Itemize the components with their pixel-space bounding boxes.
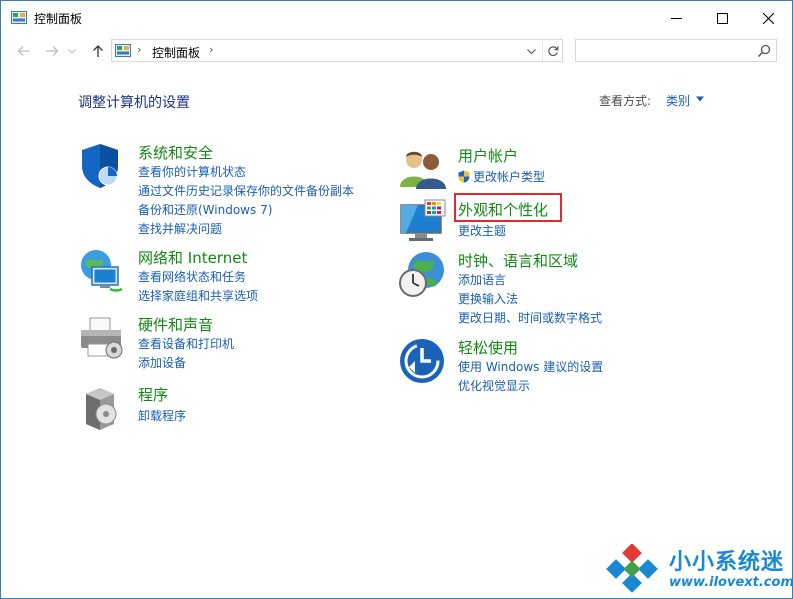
link-windows-recommended-settings[interactable]: 使用 Windows 建议的设置 — [458, 358, 603, 375]
link-file-history-backup[interactable]: 通过文件历史记录保存你的文件备份副本 — [138, 182, 354, 199]
control-panel-icon — [11, 11, 27, 24]
category-title-user-accounts[interactable]: 用户帐户 — [458, 145, 518, 166]
navigation-bar: › 控制面板 › — [1, 35, 792, 67]
category-programs: 程序 卸载程序 — [78, 384, 378, 430]
breadcrumb-separator[interactable]: › — [137, 43, 141, 56]
refresh-button[interactable] — [542, 40, 562, 61]
breadcrumb-control-panel[interactable]: 控制面板 — [152, 44, 200, 61]
maximize-button[interactable] — [699, 1, 745, 35]
back-button[interactable] — [13, 41, 35, 61]
network-globe-icon[interactable] — [78, 247, 126, 295]
category-system-security: 系统和安全 查看你的计算机状态 通过文件历史记录保存你的文件备份副本 备份和还原… — [78, 142, 378, 238]
close-icon — [762, 12, 774, 24]
monitor-palette-icon[interactable] — [398, 199, 446, 247]
category-user-accounts: 用户帐户 更改帐户类型 — [398, 145, 698, 189]
link-change-account-type-label[interactable]: 更改帐户类型 — [473, 170, 545, 184]
arrow-up-icon — [93, 45, 103, 57]
chevron-down-icon — [526, 48, 536, 54]
link-optimize-visual-display[interactable]: 优化视觉显示 — [458, 377, 530, 394]
printer-icon[interactable] — [78, 314, 126, 362]
link-homegroup-sharing[interactable]: 选择家庭组和共享选项 — [138, 287, 258, 304]
chevron-down-icon — [68, 48, 76, 54]
link-change-date-time-format[interactable]: 更改日期、时间或数字格式 — [458, 309, 602, 326]
search-box[interactable] — [575, 39, 777, 62]
highlight-box — [454, 193, 562, 222]
address-bar[interactable]: › 控制面板 › — [111, 39, 563, 62]
minimize-button[interactable] — [653, 1, 699, 35]
title-bar[interactable]: 控制面板 — [1, 1, 792, 35]
chevron-down-icon[interactable] — [696, 96, 704, 102]
link-troubleshoot[interactable]: 查找并解决问题 — [138, 220, 222, 237]
category-title-system-security[interactable]: 系统和安全 — [138, 142, 213, 163]
link-devices-printers[interactable]: 查看设备和打印机 — [138, 335, 234, 352]
category-title-programs[interactable]: 程序 — [138, 384, 168, 405]
address-history-button[interactable] — [524, 44, 538, 58]
view-by-label: 查看方式: — [599, 94, 652, 108]
recent-locations-button[interactable] — [65, 41, 79, 61]
category-title-ease-of-access[interactable]: 轻松使用 — [458, 337, 518, 358]
watermark-logo-icon — [606, 544, 658, 593]
watermark-name: 小小系统迷 — [669, 550, 785, 575]
category-title-network-internet[interactable]: 网络和 Internet — [138, 247, 247, 268]
maximize-icon — [716, 12, 728, 24]
close-button[interactable] — [745, 1, 791, 35]
control-panel-window: 控制面板 › 控制面板 › 调整计算机的设置 查看方式: 类别 系统和安全 查看… — [0, 0, 793, 599]
link-add-language[interactable]: 添加语言 — [458, 271, 506, 288]
users-icon[interactable] — [398, 145, 446, 193]
watermark: 小小系统迷 www.ilovext.com — [605, 541, 793, 597]
category-title-hardware-sound[interactable]: 硬件和声音 — [138, 314, 213, 335]
window-title: 控制面板 — [34, 12, 83, 26]
arrow-right-icon — [46, 46, 59, 56]
breadcrumb-separator[interactable]: › — [209, 43, 213, 56]
category-ease-of-access: 轻松使用 使用 Windows 建议的设置 优化视觉显示 — [398, 337, 698, 395]
clock-globe-icon[interactable] — [398, 250, 446, 298]
category-network-internet: 网络和 Internet 查看网络状态和任务 选择家庭组和共享选项 — [78, 247, 378, 305]
shield-icon[interactable] — [78, 142, 126, 190]
link-uninstall-program[interactable]: 卸载程序 — [138, 407, 186, 424]
control-panel-icon — [115, 44, 131, 57]
link-change-account-type[interactable]: 更改帐户类型 — [458, 168, 545, 185]
link-change-input-method[interactable]: 更换输入法 — [458, 290, 518, 307]
search-icon — [757, 44, 771, 58]
refresh-icon — [547, 45, 558, 56]
link-network-status[interactable]: 查看网络状态和任务 — [138, 268, 246, 285]
forward-button[interactable] — [41, 41, 63, 61]
arrow-left-icon — [17, 46, 30, 56]
up-button[interactable] — [87, 41, 109, 61]
uac-shield-icon — [458, 170, 470, 183]
view-by-dropdown[interactable]: 类别 — [666, 92, 690, 109]
category-title-clock-language-region[interactable]: 时钟、语言和区域 — [458, 250, 578, 271]
programs-disc-icon[interactable] — [78, 384, 126, 432]
link-add-device[interactable]: 添加设备 — [138, 354, 186, 371]
ease-of-access-icon[interactable] — [398, 337, 446, 385]
page-title: 调整计算机的设置 — [78, 95, 190, 111]
minimize-icon — [670, 17, 682, 19]
link-backup-restore[interactable]: 备份和还原(Windows 7) — [138, 201, 272, 218]
link-view-computer-status[interactable]: 查看你的计算机状态 — [138, 163, 246, 180]
category-clock-language-region: 时钟、语言和区域 添加语言 更换输入法 更改日期、时间或数字格式 — [398, 250, 698, 328]
category-hardware-sound: 硬件和声音 查看设备和打印机 添加设备 — [78, 314, 378, 372]
watermark-url: www.ilovext.com — [669, 575, 793, 590]
link-change-theme[interactable]: 更改主题 — [458, 222, 506, 239]
